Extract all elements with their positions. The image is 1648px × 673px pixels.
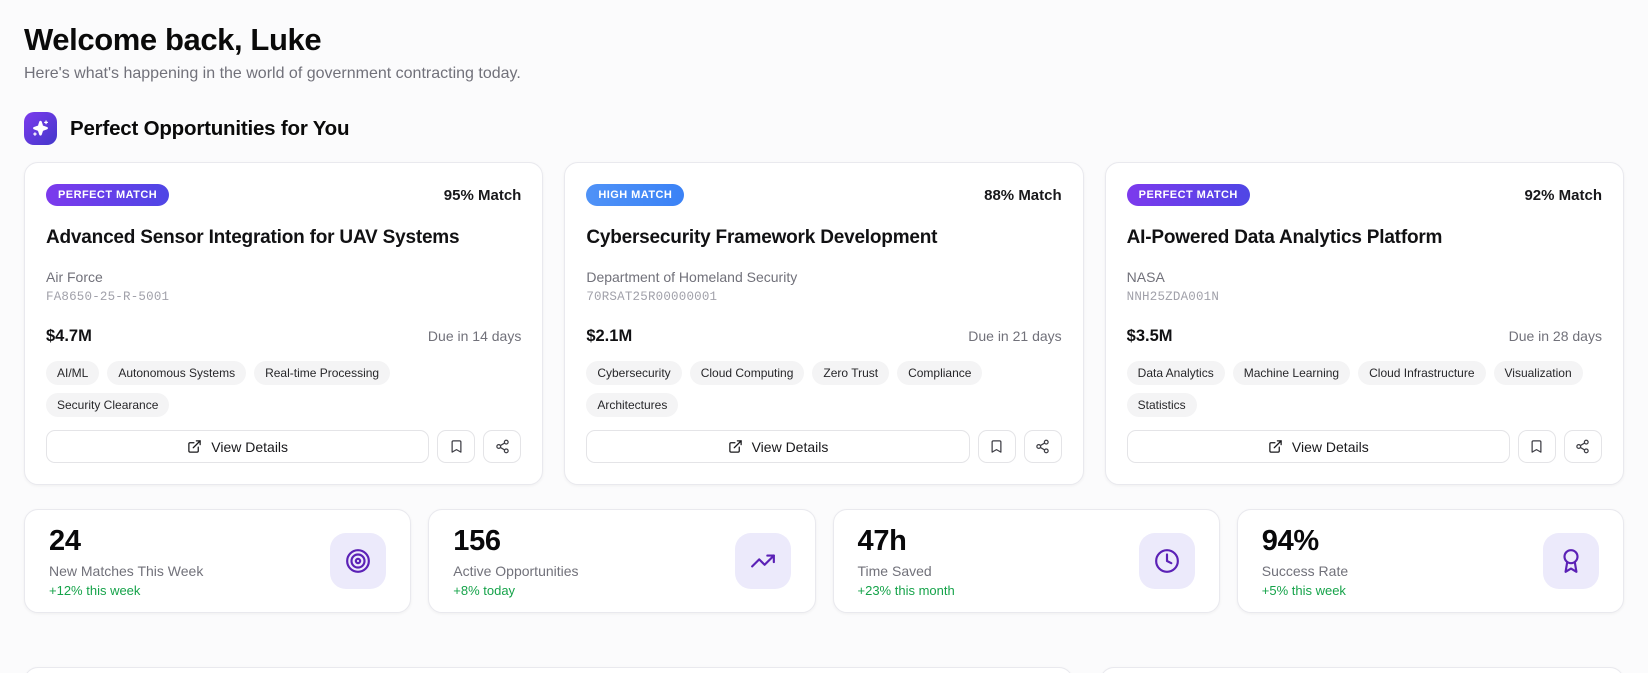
agency-name: Air Force <box>46 269 103 285</box>
section-title: Perfect Opportunities for You <box>70 116 350 140</box>
match-badge: HIGH MATCH <box>586 184 685 206</box>
due-date: Due in 21 days <box>968 328 1062 344</box>
page-title: Welcome back, Luke <box>24 22 322 57</box>
match-percent: 88% Match <box>984 186 1062 204</box>
share-icon <box>496 439 509 454</box>
bookmark-button[interactable] <box>977 430 1016 463</box>
tag-list: Cybersecurity Cloud Computing Zero Trust… <box>586 361 1061 417</box>
opportunity-card: PERFECT MATCH 95% Match Advanced Sensor … <box>24 162 544 485</box>
opportunity-title: AI-Powered Data Analytics Platform <box>1126 227 1443 248</box>
stat-change: +23% this month <box>857 582 955 598</box>
stat-label: Success Rate <box>1261 562 1349 579</box>
due-date: Due in 28 days <box>1508 328 1602 344</box>
tag: Zero Trust <box>812 361 890 385</box>
opportunities-section-header: Perfect Opportunities for You <box>24 112 1624 145</box>
bookmark-button[interactable] <box>437 430 476 463</box>
solicitation-number: 70RSAT25R00000001 <box>586 290 718 304</box>
bookmark-button[interactable] <box>1517 430 1556 463</box>
tag: Data Analytics <box>1126 361 1225 385</box>
agency-name: Department of Homeland Security <box>586 269 798 285</box>
stat-label: New Matches This Week <box>49 562 204 579</box>
stats-row: 24 New Matches This Week +12% this week … <box>24 509 1624 613</box>
target-icon <box>330 533 387 589</box>
share-button[interactable] <box>483 430 522 463</box>
dashboard-page: Welcome back, Luke Here's what's happeni… <box>0 0 1648 673</box>
view-details-button[interactable]: View Details <box>1126 430 1510 463</box>
bottom-right-card: Recommended for You <box>1099 667 1624 673</box>
page-subtitle: Here's what's happening in the world of … <box>24 65 521 82</box>
tag: Statistics <box>1126 393 1197 417</box>
tag: Real-time Processing <box>254 361 391 385</box>
share-icon <box>1036 439 1049 454</box>
opportunity-card: HIGH MATCH 88% Match Cybersecurity Frame… <box>564 162 1084 485</box>
contract-value: $2.1M <box>586 327 633 345</box>
due-date: Due in 14 days <box>427 328 522 344</box>
stat-value: 94% <box>1261 524 1319 557</box>
stat-change: +12% this week <box>49 582 141 598</box>
match-badge: PERFECT MATCH <box>46 184 170 206</box>
share-icon <box>1576 439 1590 454</box>
contract-value: $4.7M <box>46 327 92 345</box>
tag: Cloud Infrastructure <box>1358 361 1486 385</box>
tag: Cybersecurity <box>586 361 682 385</box>
tag: Architectures <box>586 393 679 417</box>
partial-section-title: Recommended for You <box>1101 668 1623 673</box>
match-percent: 92% Match <box>1524 186 1602 204</box>
contract-value: $3.5M <box>1126 327 1173 345</box>
external-link-icon <box>1268 439 1283 454</box>
bottom-section: Recommended for You <box>24 667 1624 673</box>
stat-change: +8% today <box>453 582 516 598</box>
share-button[interactable] <box>1563 430 1602 463</box>
award-icon <box>1543 533 1599 589</box>
bookmark-icon <box>991 440 1002 453</box>
external-link-icon <box>728 439 743 454</box>
stat-value: 156 <box>453 524 501 557</box>
stat-card-success-rate: 94% Success Rate +5% this week <box>1236 509 1624 613</box>
tag: Visualization <box>1493 361 1583 385</box>
stat-value: 24 <box>49 524 81 557</box>
stat-card-time-saved: 47h Time Saved +23% this month <box>832 509 1220 613</box>
tag: Autonomous Systems <box>107 361 247 385</box>
opportunity-title: Cybersecurity Framework Development <box>586 227 938 248</box>
tag-list: Data Analytics Machine Learning Cloud In… <box>1126 361 1602 417</box>
stat-label: Active Opportunities <box>453 562 579 579</box>
stat-label: Time Saved <box>857 562 932 579</box>
solicitation-number: NNH25ZDA001N <box>1126 290 1220 304</box>
match-percent: 95% Match <box>443 186 522 204</box>
bookmark-icon <box>451 440 462 453</box>
tag-list: AI/ML Autonomous Systems Real-time Proce… <box>46 361 521 417</box>
agency-name: NASA <box>1126 269 1165 285</box>
solicitation-number: FA8650-25-R-5001 <box>46 290 170 304</box>
stat-value: 47h <box>857 524 907 557</box>
stat-change: +5% this week <box>1261 582 1346 598</box>
bookmark-icon <box>1531 440 1542 453</box>
tag: Compliance <box>897 361 983 385</box>
external-link-icon <box>187 439 202 454</box>
opportunity-card: PERFECT MATCH 92% Match AI-Powered Data … <box>1104 162 1624 485</box>
trending-up-icon <box>734 533 791 589</box>
opportunity-title: Advanced Sensor Integration for UAV Syst… <box>46 227 460 248</box>
tag: AI/ML <box>46 361 100 385</box>
opportunity-cards: PERFECT MATCH 95% Match Advanced Sensor … <box>24 162 1624 485</box>
share-button[interactable] <box>1023 430 1062 463</box>
match-badge: PERFECT MATCH <box>1126 184 1250 206</box>
tag: Machine Learning <box>1232 361 1351 385</box>
bottom-left-card <box>24 667 1073 673</box>
sparkles-icon <box>24 112 57 145</box>
view-details-button[interactable]: View Details <box>586 430 970 463</box>
view-details-button[interactable]: View Details <box>46 430 430 463</box>
stat-card-new-matches: 24 New Matches This Week +12% this week <box>24 509 412 613</box>
clock-icon <box>1138 533 1195 589</box>
stat-card-active-opportunities: 156 Active Opportunities +8% today <box>428 509 816 613</box>
tag: Cloud Computing <box>689 361 805 385</box>
tag: Security Clearance <box>46 393 170 417</box>
